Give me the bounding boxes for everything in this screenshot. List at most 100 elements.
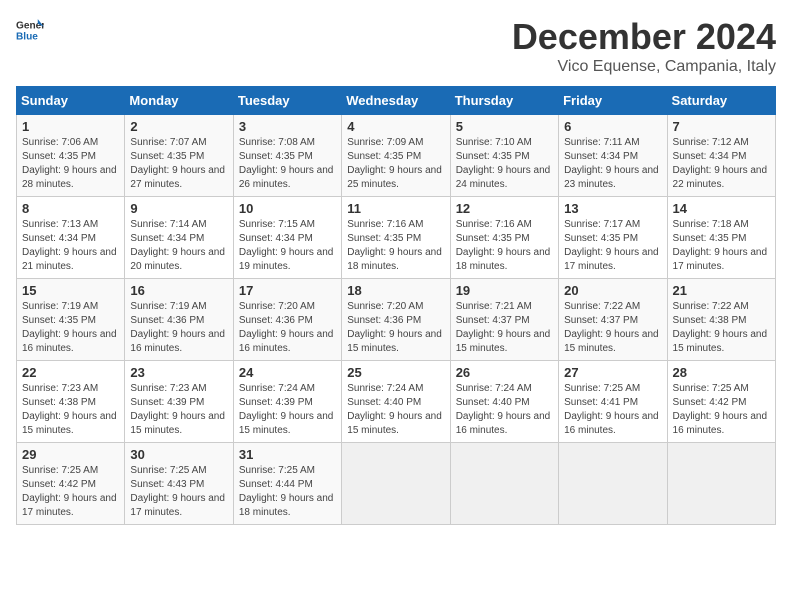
- weekday-header-row: SundayMondayTuesdayWednesdayThursdayFrid…: [17, 87, 776, 115]
- calendar-cell: 5Sunrise: 7:10 AMSunset: 4:35 PMDaylight…: [450, 115, 558, 197]
- cell-info: Sunrise: 7:18 AMSunset: 4:35 PMDaylight:…: [673, 218, 770, 274]
- calendar-cell: 20 Sunrise: 7:22 AMSunset: 4:37 PMDayligh…: [559, 279, 667, 361]
- day-number: 9: [130, 201, 227, 216]
- calendar-cell: 12 Sunrise: 7:16 AMSunset: 4:35 PMDayligh…: [450, 197, 558, 279]
- day-number: 29: [22, 447, 119, 462]
- week-row-1: 1 Sunrise: 7:06 AMSunset: 4:35 PMDaylight…: [17, 115, 776, 197]
- cell-info: Sunrise: 7:25 AMSunset: 4:44 PMDaylight:…: [239, 464, 336, 520]
- cell-info: Sunrise: 7:24 AMSunset: 4:40 PMDaylight:…: [347, 382, 444, 438]
- calendar-cell: 17 Sunrise: 7:20 AMSunset: 4:36 PMDayligh…: [233, 279, 341, 361]
- day-number: 22: [22, 365, 119, 380]
- calendar-cell: 4Sunrise: 7:09 AMSunset: 4:35 PMDaylight…: [342, 115, 450, 197]
- cell-info: Sunrise: 7:20 AMSunset: 4:36 PMDaylight:…: [347, 300, 444, 356]
- cell-info: Sunrise: 7:25 AMSunset: 4:42 PMDaylight:…: [673, 382, 770, 438]
- calendar-cell: 14 Sunrise: 7:18 AMSunset: 4:35 PMDayligh…: [667, 197, 775, 279]
- title-area: December 2024 Vico Equense, Campania, It…: [512, 16, 776, 76]
- day-number: 12: [456, 201, 553, 216]
- week-row-2: 8Sunrise: 7:13 AMSunset: 4:34 PMDaylight…: [17, 197, 776, 279]
- calendar-cell: 1 Sunrise: 7:06 AMSunset: 4:35 PMDaylight…: [17, 115, 125, 197]
- day-number: 11: [347, 201, 444, 216]
- day-number: 15: [22, 283, 119, 298]
- calendar-cell: [667, 443, 775, 525]
- calendar-cell: 27 Sunrise: 7:25 AMSunset: 4:41 PMDayligh…: [559, 361, 667, 443]
- cell-info: Sunrise: 7:09 AMSunset: 4:35 PMDaylight:…: [347, 136, 444, 192]
- calendar-cell: 8Sunrise: 7:13 AMSunset: 4:34 PMDaylight…: [17, 197, 125, 279]
- day-number: 13: [564, 201, 661, 216]
- calendar-cell: [559, 443, 667, 525]
- calendar-cell: 2Sunrise: 7:07 AMSunset: 4:35 PMDaylight…: [125, 115, 233, 197]
- day-number: 21: [673, 283, 770, 298]
- cell-info: Sunrise: 7:21 AMSunset: 4:37 PMDaylight:…: [456, 300, 553, 356]
- calendar-cell: 13 Sunrise: 7:17 AMSunset: 4:35 PMDayligh…: [559, 197, 667, 279]
- day-number: 26: [456, 365, 553, 380]
- calendar-cell: 25 Sunrise: 7:24 AMSunset: 4:40 PMDayligh…: [342, 361, 450, 443]
- day-number: 5: [456, 119, 553, 134]
- calendar-body: 1 Sunrise: 7:06 AMSunset: 4:35 PMDaylight…: [17, 115, 776, 525]
- day-number: 24: [239, 365, 336, 380]
- calendar-cell: 31 Sunrise: 7:25 AMSunset: 4:44 PMDayligh…: [233, 443, 341, 525]
- cell-info: Sunrise: 7:19 AMSunset: 4:36 PMDaylight:…: [130, 300, 227, 356]
- cell-info: Sunrise: 7:23 AMSunset: 4:38 PMDaylight:…: [22, 382, 119, 438]
- cell-info: Sunrise: 7:14 AMSunset: 4:34 PMDaylight:…: [130, 218, 227, 274]
- cell-info: Sunrise: 7:25 AMSunset: 4:41 PMDaylight:…: [564, 382, 661, 438]
- cell-info: Sunrise: 7:16 AMSunset: 4:35 PMDaylight:…: [456, 218, 553, 274]
- cell-info: Sunrise: 7:16 AMSunset: 4:35 PMDaylight:…: [347, 218, 444, 274]
- cell-info: Sunrise: 7:24 AMSunset: 4:40 PMDaylight:…: [456, 382, 553, 438]
- calendar-cell: [342, 443, 450, 525]
- calendar-cell: 24 Sunrise: 7:24 AMSunset: 4:39 PMDayligh…: [233, 361, 341, 443]
- day-number: 30: [130, 447, 227, 462]
- calendar-cell: 19Sunrise: 7:21 AMSunset: 4:37 PMDayligh…: [450, 279, 558, 361]
- day-number: 6: [564, 119, 661, 134]
- calendar-cell: 9 Sunrise: 7:14 AMSunset: 4:34 PMDaylight…: [125, 197, 233, 279]
- cell-info: Sunrise: 7:20 AMSunset: 4:36 PMDaylight:…: [239, 300, 336, 356]
- day-number: 1: [22, 119, 119, 134]
- cell-info: Sunrise: 7:11 AMSunset: 4:34 PMDaylight:…: [564, 136, 661, 192]
- calendar-cell: 16 Sunrise: 7:19 AMSunset: 4:36 PMDayligh…: [125, 279, 233, 361]
- day-number: 3: [239, 119, 336, 134]
- day-number: 18: [347, 283, 444, 298]
- day-number: 27: [564, 365, 661, 380]
- cell-info: Sunrise: 7:19 AMSunset: 4:35 PMDaylight:…: [22, 300, 119, 356]
- cell-info: Sunrise: 7:25 AMSunset: 4:42 PMDaylight:…: [22, 464, 119, 520]
- week-row-5: 29 Sunrise: 7:25 AMSunset: 4:42 PMDayligh…: [17, 443, 776, 525]
- day-number: 25: [347, 365, 444, 380]
- day-number: 20: [564, 283, 661, 298]
- calendar-table: SundayMondayTuesdayWednesdayThursdayFrid…: [16, 86, 776, 525]
- cell-info: Sunrise: 7:08 AMSunset: 4:35 PMDaylight:…: [239, 136, 336, 192]
- calendar-cell: 26 Sunrise: 7:24 AMSunset: 4:40 PMDayligh…: [450, 361, 558, 443]
- calendar-cell: 29 Sunrise: 7:25 AMSunset: 4:42 PMDayligh…: [17, 443, 125, 525]
- cell-info: Sunrise: 7:17 AMSunset: 4:35 PMDaylight:…: [564, 218, 661, 274]
- month-title: December 2024: [512, 16, 776, 58]
- weekday-saturday: Saturday: [667, 87, 775, 115]
- calendar-cell: [450, 443, 558, 525]
- calendar-cell: 3 Sunrise: 7:08 AMSunset: 4:35 PMDaylight…: [233, 115, 341, 197]
- day-number: 2: [130, 119, 227, 134]
- calendar-cell: 28Sunrise: 7:25 AMSunset: 4:42 PMDayligh…: [667, 361, 775, 443]
- day-number: 17: [239, 283, 336, 298]
- calendar-cell: 23 Sunrise: 7:23 AMSunset: 4:39 PMDayligh…: [125, 361, 233, 443]
- calendar-cell: 18 Sunrise: 7:20 AMSunset: 4:36 PMDayligh…: [342, 279, 450, 361]
- weekday-monday: Monday: [125, 87, 233, 115]
- calendar-cell: 30Sunrise: 7:25 AMSunset: 4:43 PMDayligh…: [125, 443, 233, 525]
- cell-info: Sunrise: 7:13 AMSunset: 4:34 PMDaylight:…: [22, 218, 119, 274]
- weekday-wednesday: Wednesday: [342, 87, 450, 115]
- header: General Blue December 2024 Vico Equense,…: [16, 16, 776, 76]
- calendar-cell: 7Sunrise: 7:12 AMSunset: 4:34 PMDaylight…: [667, 115, 775, 197]
- day-number: 31: [239, 447, 336, 462]
- cell-info: Sunrise: 7:06 AMSunset: 4:35 PMDaylight:…: [22, 136, 119, 192]
- calendar-cell: 11 Sunrise: 7:16 AMSunset: 4:35 PMDayligh…: [342, 197, 450, 279]
- cell-info: Sunrise: 7:23 AMSunset: 4:39 PMDaylight:…: [130, 382, 227, 438]
- weekday-friday: Friday: [559, 87, 667, 115]
- calendar-cell: 6 Sunrise: 7:11 AMSunset: 4:34 PMDaylight…: [559, 115, 667, 197]
- weekday-tuesday: Tuesday: [233, 87, 341, 115]
- weekday-thursday: Thursday: [450, 87, 558, 115]
- week-row-3: 15 Sunrise: 7:19 AMSunset: 4:35 PMDayligh…: [17, 279, 776, 361]
- cell-info: Sunrise: 7:22 AMSunset: 4:37 PMDaylight:…: [564, 300, 661, 356]
- day-number: 16: [130, 283, 227, 298]
- calendar-cell: 22 Sunrise: 7:23 AMSunset: 4:38 PMDayligh…: [17, 361, 125, 443]
- logo-icon: General Blue: [16, 16, 44, 44]
- day-number: 14: [673, 201, 770, 216]
- cell-info: Sunrise: 7:24 AMSunset: 4:39 PMDaylight:…: [239, 382, 336, 438]
- day-number: 23: [130, 365, 227, 380]
- logo: General Blue: [16, 16, 44, 44]
